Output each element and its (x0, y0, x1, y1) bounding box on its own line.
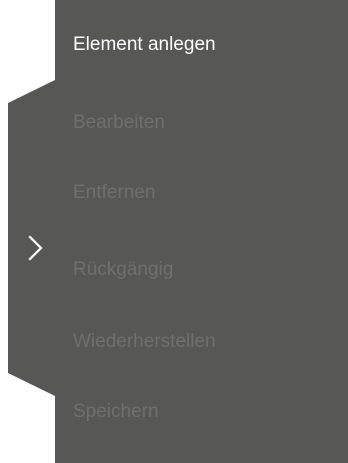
menu-item-speichern: Speichern (73, 401, 159, 422)
menu-item-bearbeiten: Bearbeiten (73, 112, 165, 133)
context-menu: Element anlegen Bearbeiten Entfernen Rüc… (55, 0, 348, 463)
expand-toggle-button[interactable] (16, 228, 48, 268)
menu-item-rueckgaengig: Rückgängig (73, 259, 174, 280)
chevron-right-icon (28, 235, 43, 261)
menu-item-entfernen: Entfernen (73, 182, 156, 203)
menu-item-element-anlegen[interactable]: Element anlegen (73, 30, 216, 60)
menu-item-wiederherstellen: Wiederherstellen (73, 331, 216, 352)
